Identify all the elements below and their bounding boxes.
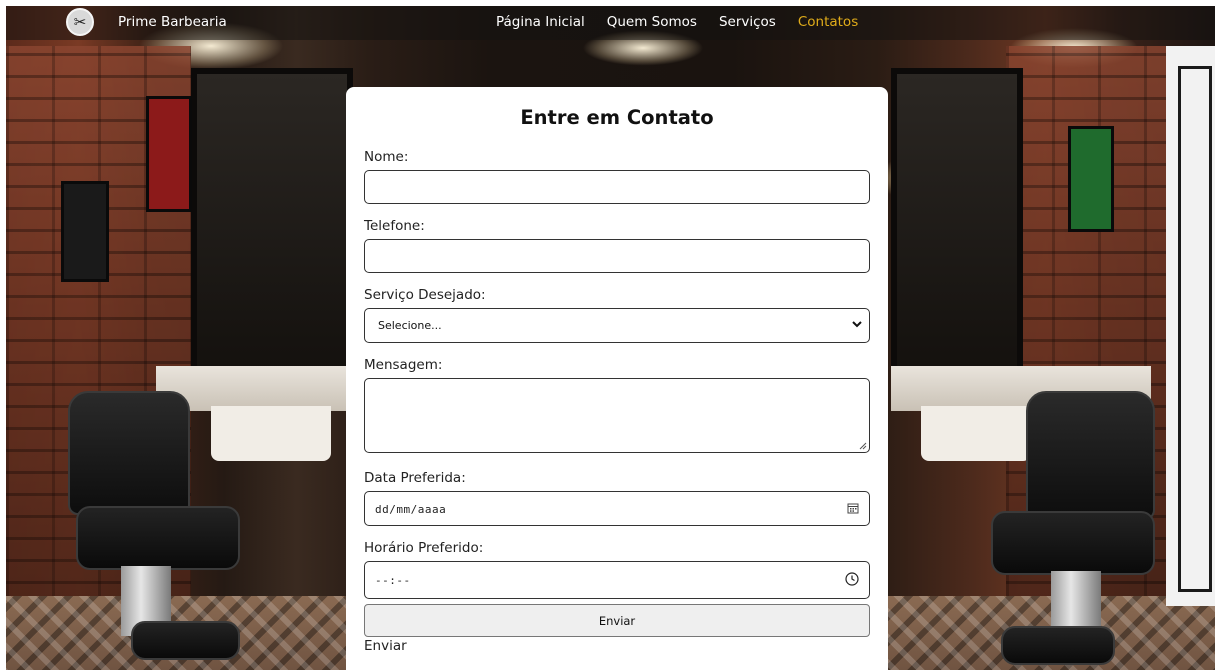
barbershop-logo-icon[interactable]: ✂ bbox=[66, 8, 94, 36]
mirror-right bbox=[891, 68, 1023, 375]
message-textarea[interactable] bbox=[364, 378, 870, 453]
sink-right bbox=[921, 406, 1031, 461]
time-placeholder: --:-- bbox=[375, 574, 411, 587]
mirror-left bbox=[191, 68, 353, 375]
chevron-down-icon bbox=[852, 321, 862, 328]
form-title: Entre em Contato bbox=[520, 106, 714, 129]
nav-link-services[interactable]: Serviços bbox=[719, 14, 776, 30]
nav-links: Página Inicial Quem Somos Serviços Conta… bbox=[496, 14, 880, 30]
nav-link-about[interactable]: Quem Somos bbox=[607, 14, 697, 30]
time-label: Horário Preferido: bbox=[364, 540, 484, 556]
brand-name[interactable]: Prime Barbearia bbox=[118, 14, 227, 30]
poster-left bbox=[61, 181, 109, 282]
chair-left-back bbox=[68, 391, 190, 515]
phone-label: Telefone: bbox=[364, 218, 425, 234]
chair-left-seat bbox=[76, 506, 240, 570]
top-navbar: ✂ Prime Barbearia Página Inicial Quem So… bbox=[6, 6, 1215, 40]
chair-right-back bbox=[1026, 391, 1155, 520]
door bbox=[1166, 46, 1215, 606]
chair-right-footrest bbox=[1001, 626, 1115, 665]
service-select-value: Selecione... bbox=[378, 319, 442, 332]
service-label: Serviço Desejado: bbox=[364, 287, 486, 303]
name-label: Nome: bbox=[364, 149, 409, 165]
sign-right bbox=[1068, 126, 1114, 232]
date-placeholder: dd/mm/aaaa bbox=[375, 503, 447, 516]
sink-left bbox=[211, 406, 331, 461]
phone-input[interactable] bbox=[364, 239, 870, 273]
message-label: Mensagem: bbox=[364, 357, 443, 373]
resize-handle-icon[interactable] bbox=[859, 442, 867, 450]
chair-right-seat bbox=[991, 511, 1155, 575]
nav-link-home[interactable]: Página Inicial bbox=[496, 14, 585, 30]
calendar-icon[interactable] bbox=[847, 502, 859, 514]
sign-left bbox=[146, 96, 192, 212]
contact-form-card: Entre em Contato Nome: Telefone: Serviço… bbox=[346, 87, 888, 670]
submit-button[interactable]: Enviar bbox=[364, 604, 870, 637]
date-input[interactable]: dd/mm/aaaa bbox=[364, 491, 870, 526]
clock-icon[interactable] bbox=[845, 572, 859, 586]
nav-link-contacts[interactable]: Contatos bbox=[798, 14, 858, 30]
time-input[interactable]: --:-- bbox=[364, 561, 870, 599]
chair-left-footrest bbox=[131, 621, 240, 660]
name-input[interactable] bbox=[364, 170, 870, 204]
service-select[interactable]: Selecione... bbox=[364, 308, 870, 343]
submit-text-label: Enviar bbox=[364, 638, 407, 654]
date-label: Data Preferida: bbox=[364, 470, 466, 486]
